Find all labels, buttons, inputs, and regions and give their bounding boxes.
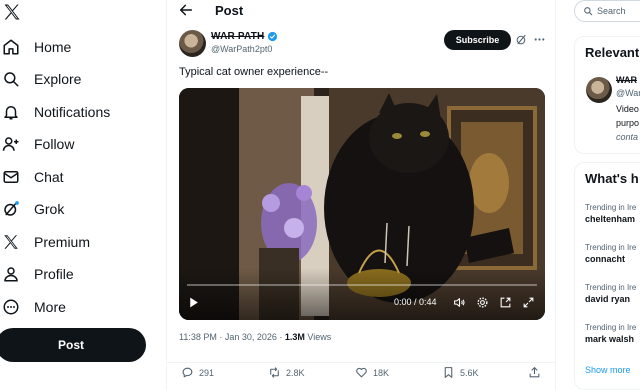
grok-icon	[4, 201, 19, 216]
sidebar-item-grok[interactable]: Grok	[2, 196, 64, 222]
sidebar-item-label: More	[34, 299, 66, 315]
more-circle-icon	[3, 299, 19, 315]
views-count: 1.3M	[284, 332, 305, 342]
share-icon	[529, 367, 540, 378]
more-options-icon[interactable]	[533, 33, 546, 46]
search-icon	[4, 72, 19, 87]
search-placeholder: Search	[597, 6, 626, 16]
avatar[interactable]	[586, 77, 612, 103]
relevant-user-bio-line: purpo	[616, 118, 640, 128]
trend-item[interactable]: cheltenham	[585, 214, 635, 224]
like-count: 18K	[373, 367, 390, 378]
volume-icon[interactable]	[453, 296, 466, 309]
author-name-text: WAR PATH	[211, 31, 265, 42]
verified-badge-icon	[268, 31, 278, 42]
relevant-user-bio-line: conta	[616, 132, 639, 142]
video-progress-bar[interactable]	[187, 284, 537, 286]
relevant-people-panel: Relevant WAR @War Video purpo conta	[574, 36, 640, 154]
bookmark-count: 5.6K	[460, 367, 479, 378]
sidebar-item-label: Notifications	[34, 104, 111, 120]
person-icon	[4, 267, 18, 282]
sidebar-item-follow[interactable]: Follow	[2, 131, 74, 157]
like-button[interactable]: 18K	[355, 366, 389, 379]
reply-icon	[182, 367, 193, 378]
search-icon	[584, 7, 593, 16]
video-player[interactable]: 0:00 / 0:44	[179, 88, 545, 320]
sidebar-item-more[interactable]: More	[2, 294, 66, 320]
show-more-link[interactable]: Show more	[585, 365, 631, 375]
sidebar-item-label: Home	[34, 39, 72, 55]
grok-icon[interactable]	[515, 33, 528, 46]
sidebar-item-profile[interactable]: Profile	[2, 261, 74, 287]
heart-icon	[356, 367, 367, 378]
x-logo-icon[interactable]	[2, 2, 22, 22]
right-sidebar: Search Relevant WAR @War Video purpo con…	[566, 0, 640, 390]
sidebar-item-label: Chat	[34, 169, 64, 185]
repost-count: 2.8K	[286, 367, 305, 378]
left-sidebar: Home Explore Notifications Follow Chat G…	[0, 0, 160, 390]
fullscreen-icon[interactable]	[522, 296, 535, 309]
reply-button[interactable]: 291	[181, 366, 214, 379]
relevant-user-bio-line: Video	[616, 104, 639, 114]
sidebar-item-premium[interactable]: Premium	[2, 229, 90, 255]
tweet-actions: 291 2.8K 18K 5.6K	[167, 362, 555, 382]
trend-context: Trending in Ire	[585, 283, 637, 292]
page-header: Post	[167, 0, 555, 22]
views-label: Views	[304, 332, 332, 342]
sidebar-item-label: Explore	[34, 71, 82, 87]
tweet-metadata: 11:38 PM · Jan 30, 2026 · 1.3M Views	[179, 332, 331, 342]
sidebar-item-notifications[interactable]: Notifications	[2, 99, 110, 125]
settings-gear-icon[interactable]	[476, 296, 489, 309]
author-name[interactable]: WAR PATH	[211, 31, 278, 42]
search-input[interactable]: Search	[574, 0, 640, 22]
relevant-title: Relevant	[585, 45, 640, 60]
follow-icon	[2, 137, 19, 151]
whats-happening-title: What's h	[585, 171, 639, 186]
relevant-user-name[interactable]: WAR	[616, 75, 637, 85]
trend-item[interactable]: david ryan	[585, 294, 630, 304]
repost-icon	[270, 367, 279, 378]
tweet-text: Typical cat owner experience--	[179, 66, 329, 78]
post-button[interactable]: Post	[0, 328, 146, 362]
sidebar-item-label: Profile	[34, 266, 74, 282]
sidebar-item-chat[interactable]: Chat	[2, 164, 64, 190]
trend-item[interactable]: connacht	[585, 254, 625, 264]
bell-icon	[4, 106, 18, 120]
author-handle[interactable]: @WarPath2pt0	[211, 44, 272, 54]
subscribe-button[interactable]: Subscribe	[444, 30, 511, 50]
sidebar-item-label: Premium	[34, 234, 91, 250]
page-title: Post	[215, 3, 244, 18]
trend-context: Trending in Ire	[585, 243, 637, 252]
share-button[interactable]	[528, 366, 541, 379]
sidebar-item-home[interactable]: Home	[2, 34, 71, 60]
back-arrow-icon[interactable]	[178, 2, 194, 18]
bookmark-icon	[444, 367, 453, 378]
home-icon	[3, 39, 19, 55]
play-icon[interactable]	[187, 296, 200, 309]
x-logo-icon	[4, 235, 18, 249]
trend-context: Trending in Ire	[585, 323, 637, 332]
tweet-timestamp[interactable]: 11:38 PM · Jan 30, 2026 ·	[179, 332, 285, 342]
sidebar-item-explore[interactable]: Explore	[2, 66, 81, 92]
reply-count: 291	[199, 367, 215, 378]
video-controls: 0:00 / 0:44	[179, 294, 545, 314]
trend-context: Trending in Ire	[585, 203, 637, 212]
trend-item[interactable]: mark walsh	[585, 334, 634, 344]
sidebar-item-label: Grok	[34, 201, 65, 217]
sidebar-item-label: Follow	[34, 136, 75, 152]
whats-happening-panel: What's h Trending in Ire cheltenham Tren…	[574, 162, 640, 390]
main-column: Post WAR PATH @WarPath2pt0 Subscribe Typ…	[166, 0, 556, 390]
video-time: 0:00 / 0:44	[394, 297, 437, 307]
relevant-user-handle[interactable]: @War	[616, 88, 640, 98]
bookmark-button[interactable]: 5.6K	[442, 366, 479, 379]
picture-in-picture-icon[interactable]	[499, 296, 512, 309]
repost-button[interactable]: 2.8K	[268, 366, 305, 379]
mail-icon	[3, 171, 19, 183]
avatar[interactable]	[179, 30, 206, 57]
